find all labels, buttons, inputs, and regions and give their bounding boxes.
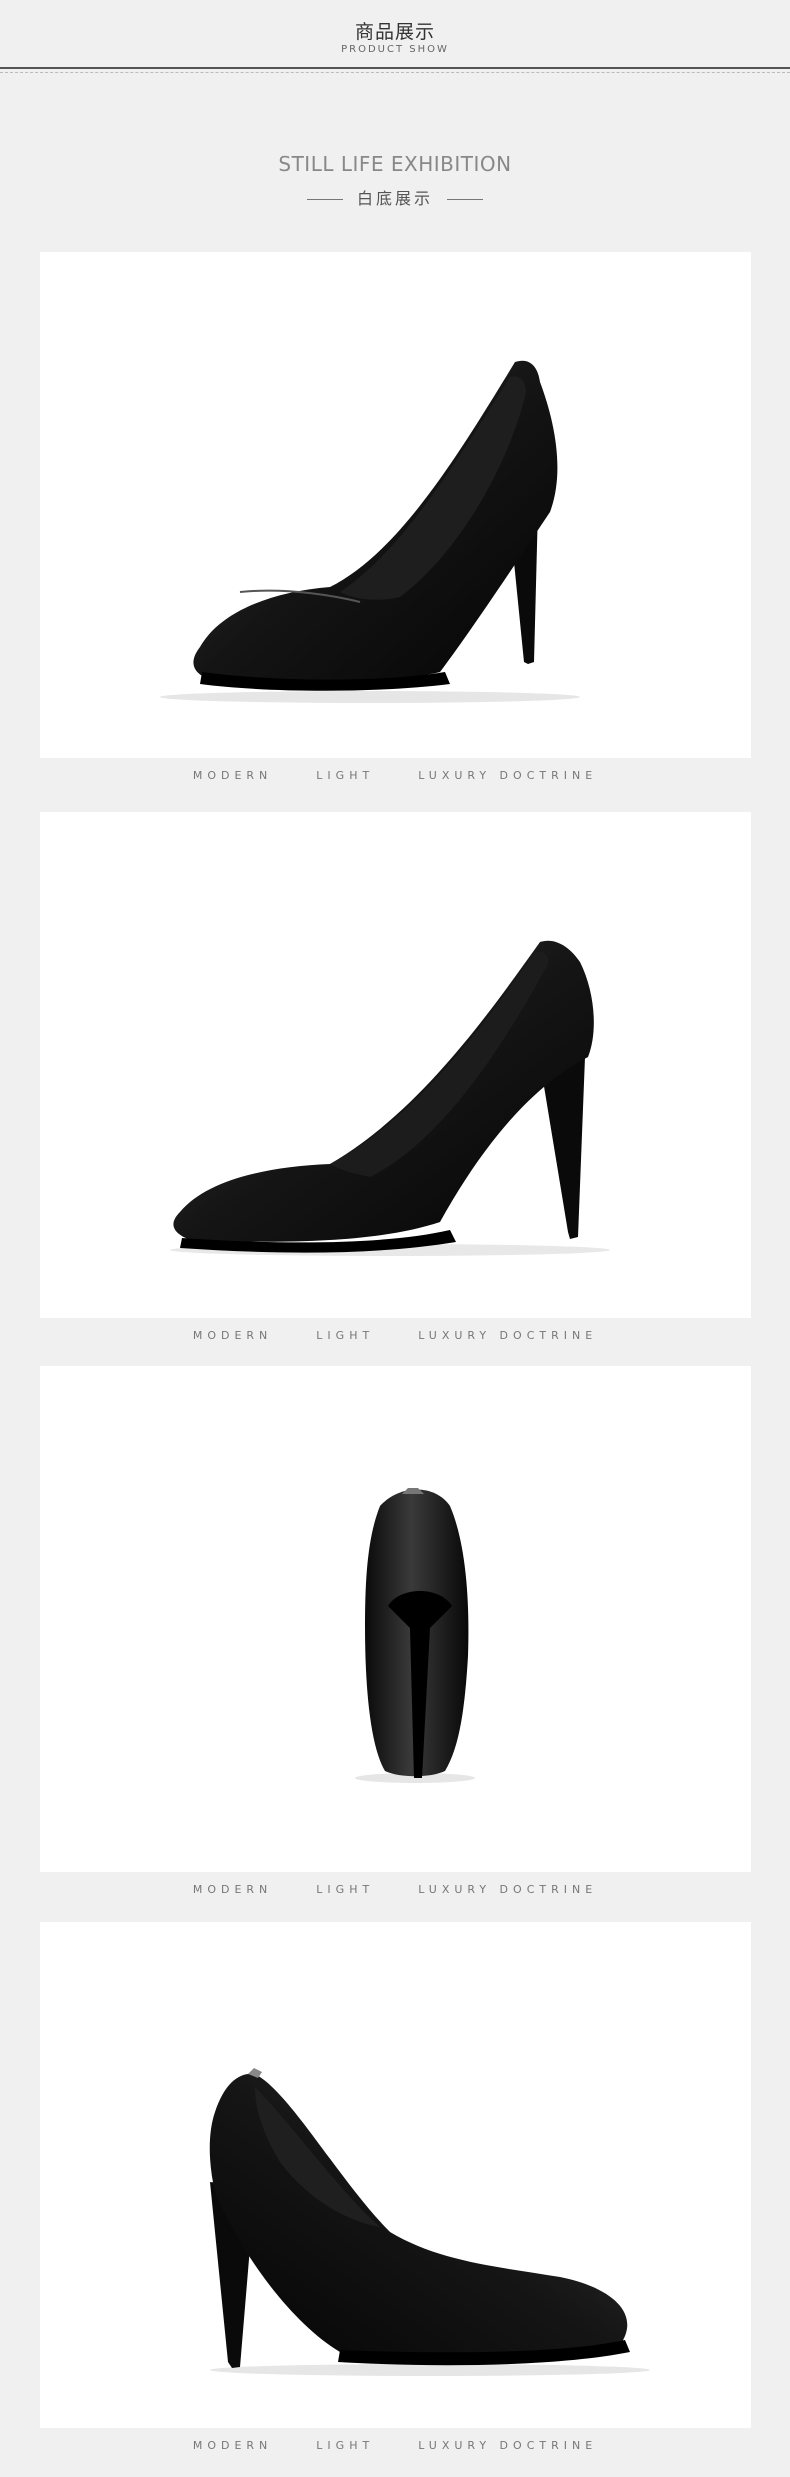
section-subtitle: 白底展示 — [356, 189, 433, 208]
page-header: 商品展示 PRODUCT SHOW — [0, 0, 790, 74]
product-image-card-1 — [40, 252, 751, 758]
shoe-inner-side-image — [209, 2068, 650, 2376]
shoe-side-profile-image — [170, 940, 610, 1256]
caption-4: MODERN LIGHT LUXURY DOCTRINE — [0, 2439, 790, 2452]
shoe-back-view-image — [355, 1488, 475, 1783]
product-image-card-4 — [40, 1922, 751, 2428]
caption-word-modern: MODERN — [192, 769, 273, 782]
caption-word-light: LIGHT — [316, 1883, 375, 1896]
caption-word-modern: MODERN — [192, 1329, 273, 1342]
caption-word-modern: MODERN — [192, 1883, 273, 1896]
shoe-side-view-image — [160, 360, 580, 703]
caption-word-light: LIGHT — [316, 1329, 375, 1342]
product-image-card-3 — [40, 1366, 751, 1872]
header-subtitle: PRODUCT SHOW — [341, 44, 449, 55]
caption-3: MODERN LIGHT LUXURY DOCTRINE — [0, 1883, 790, 1896]
section-title: STILL LIFE EXHIBITION — [278, 152, 512, 176]
header-title: 商品展示 — [354, 21, 435, 43]
caption-1: MODERN LIGHT LUXURY DOCTRINE — [0, 769, 790, 782]
left-dash — [306, 199, 343, 200]
caption-word-luxury: LUXURY DOCTRINE — [418, 1329, 598, 1342]
caption-word-light: LIGHT — [316, 2439, 375, 2452]
caption-word-luxury: LUXURY DOCTRINE — [418, 1883, 598, 1896]
right-dash — [447, 199, 483, 200]
caption-word-luxury: LUXURY DOCTRINE — [418, 2439, 598, 2452]
caption-word-light: LIGHT — [316, 769, 375, 782]
section-subtitle-row: 白底展示 — [0, 185, 790, 209]
caption-2: MODERN LIGHT LUXURY DOCTRINE — [0, 1329, 790, 1342]
caption-word-luxury: LUXURY DOCTRINE — [418, 769, 598, 782]
caption-word-modern: MODERN — [192, 2439, 273, 2452]
header-divider — [0, 67, 790, 73]
product-image-card-2 — [40, 812, 751, 1318]
